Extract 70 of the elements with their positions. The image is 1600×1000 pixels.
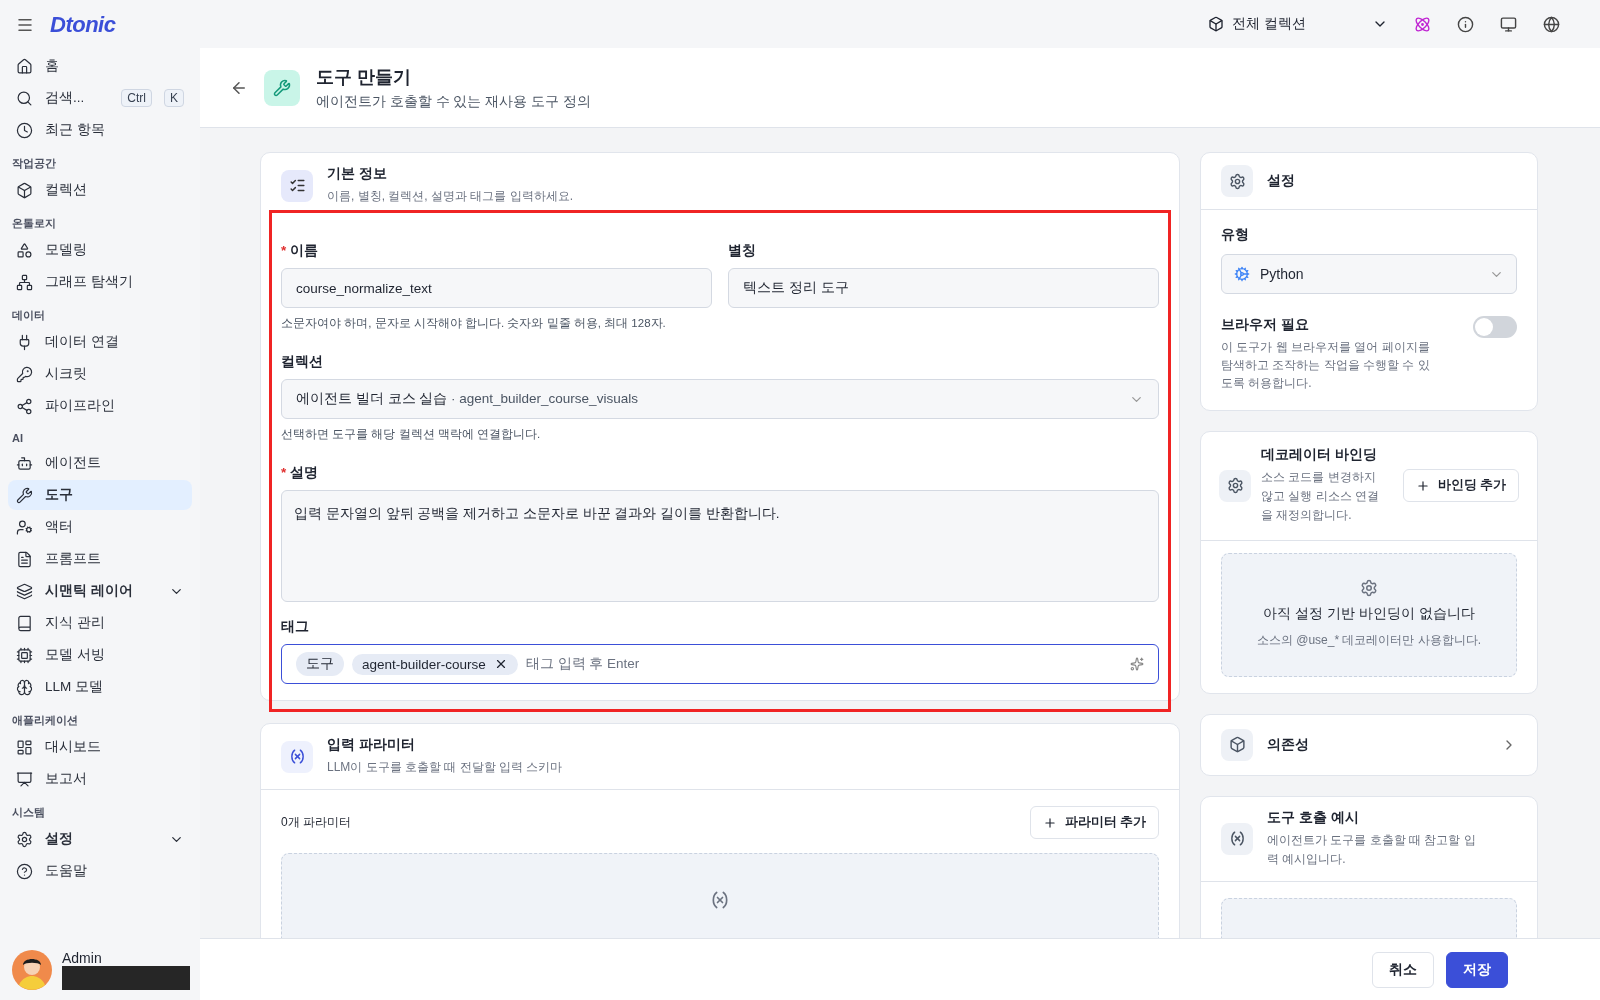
card-subtitle: 에이전트가 도구를 호출할 때 참고할 입력 예시입니다. <box>1267 831 1477 868</box>
card-title: 입력 파라미터 <box>327 736 416 755</box>
sidebar-item[interactable]: 파이프라인 <box>8 391 192 421</box>
sidebar-item[interactable]: 도구 <box>8 480 192 510</box>
sidebar-item[interactable]: 검색... Ctrl K <box>8 83 192 113</box>
add-parameter-button[interactable]: 파라미터 추가 <box>1029 806 1159 840</box>
sidebar-item[interactable]: LLM 모델 <box>8 672 192 702</box>
sidebar-item[interactable]: 데이터 연결 <box>8 327 192 357</box>
cancel-button[interactable]: 취소 <box>1372 951 1434 988</box>
sidebar-item[interactable]: 모델 서빙 <box>8 640 192 670</box>
section-label: 작업공간 <box>11 156 57 171</box>
card-title: 의존성 <box>1267 735 1310 754</box>
name-field[interactable]: course_normalize_text <box>281 268 712 309</box>
sidebar-item[interactable]: 모델링 <box>8 235 192 265</box>
sidebar-item[interactable]: 컬렉션 <box>8 175 192 205</box>
page-title: 도구 만들기 <box>316 65 412 89</box>
empty-title: 아직 설정 기반 바인딩이 없습니다 <box>1263 604 1475 623</box>
save-button[interactable]: 저장 <box>1446 951 1508 988</box>
logo: Dtonic <box>50 12 116 38</box>
section-label: 시스템 <box>11 805 46 820</box>
card-subtitle: 소스 코드를 변경하지 않고 실행 리소스 연결을 재정의합니다. <box>1261 469 1380 525</box>
card-title: 데코레이터 바인딩 <box>1261 446 1378 464</box>
card-title: 기본 정보 <box>327 165 388 183</box>
tag-input[interactable]: 도구 agent-builder-course 태그 입력 후 Enter <box>281 644 1159 685</box>
toggle-label: 브라우저 필요 <box>1221 316 1310 334</box>
field-label: 태그 <box>281 618 310 637</box>
sidebar-item[interactable]: 지식 관리 <box>8 608 192 638</box>
shortcut-key: K <box>164 89 184 107</box>
description-field[interactable]: 입력 문자열의 앞뒤 공백을 제거하고 소문자로 바꾼 결과와 길이를 반환합니다. <box>281 490 1159 603</box>
alias-field[interactable]: 텍스트 정리 도구 <box>728 268 1159 309</box>
page-subtitle: 에이전트가 호출할 수 있는 재사용 도구 정의 <box>316 92 591 111</box>
field-label: 컬렉션 <box>281 353 324 372</box>
sidebar-item[interactable]: 대시보드 <box>8 732 192 762</box>
user-name: Admin <box>62 950 103 966</box>
field-label: 유형 <box>1221 226 1250 244</box>
dependencies-card[interactable]: 의존성 <box>1200 713 1538 776</box>
sidebar-item[interactable]: 액터 <box>8 512 192 542</box>
section-label: AI <box>11 431 24 446</box>
card-subtitle: LLM이 도구를 호출할 때 전달할 입력 스키마 <box>327 759 563 777</box>
add-binding-button[interactable]: 바인딩 추가 <box>1402 469 1519 503</box>
sidebar-item[interactable]: 시맨틱 레이어 <box>8 576 192 606</box>
type-select[interactable]: Python <box>1221 254 1517 294</box>
card-subtitle: 이름, 별칭, 컬렉션, 설명과 태그를 입력하세요. <box>327 188 573 205</box>
sidebar-item[interactable]: 에이전트 <box>8 448 192 478</box>
sidebar-item[interactable]: 설정 <box>8 824 192 854</box>
field-label: * 이름 <box>281 242 320 261</box>
tag-chip: 도구 <box>296 652 344 677</box>
section-label: 데이터 <box>11 308 46 323</box>
empty-hint: 소스의 @use_* 데코레이터만 사용합니다. <box>1256 631 1482 649</box>
sidebar-item[interactable]: 보고서 <box>8 764 192 794</box>
field-hint: 선택하면 도구를 해당 컬렉션 맥락에 연결합니다. <box>281 427 542 443</box>
sidebar-item[interactable]: 도움말 <box>8 856 192 886</box>
sidebar-item[interactable]: 홈 <box>8 51 192 81</box>
sidebar-item[interactable]: 시크릿 <box>8 359 192 389</box>
sidebar-item[interactable]: 프롬프트 <box>8 544 192 574</box>
sidebar-item[interactable]: 그래프 탐색기 <box>8 267 192 297</box>
toggle-description: 이 도구가 웹 브라우저를 열어 페이지를 탐색하고 조작하는 작업을 수행할 수 있도록 허용합니다. <box>1221 339 1431 392</box>
tag-chip: agent-builder-course <box>352 653 518 675</box>
sidebar-item[interactable]: 최근 항목 <box>8 115 192 145</box>
section-label: 온톨로지 <box>11 216 57 231</box>
section-label: 애플리케이션 <box>11 713 79 728</box>
collection-select[interactable]: 에이전트 빌더 코스 실습 · agent_builder_course_visuals <box>281 379 1159 420</box>
card-title: 설정 <box>1267 172 1295 190</box>
field-label: * 설명 <box>281 464 320 483</box>
field-label: 별칭 <box>728 242 757 261</box>
shortcut-key: Ctrl <box>121 89 152 107</box>
collection-selector[interactable]: 전체 컬렉션 <box>1208 15 1388 33</box>
card-title: 도구 호출 예시 <box>1267 808 1360 827</box>
field-hint: 소문자여야 하며, 문자로 시작해야 합니다. 숫자와 밑줄 허용, 최대 128자. <box>281 316 667 332</box>
param-count: 0개 파라미터 <box>281 814 351 832</box>
